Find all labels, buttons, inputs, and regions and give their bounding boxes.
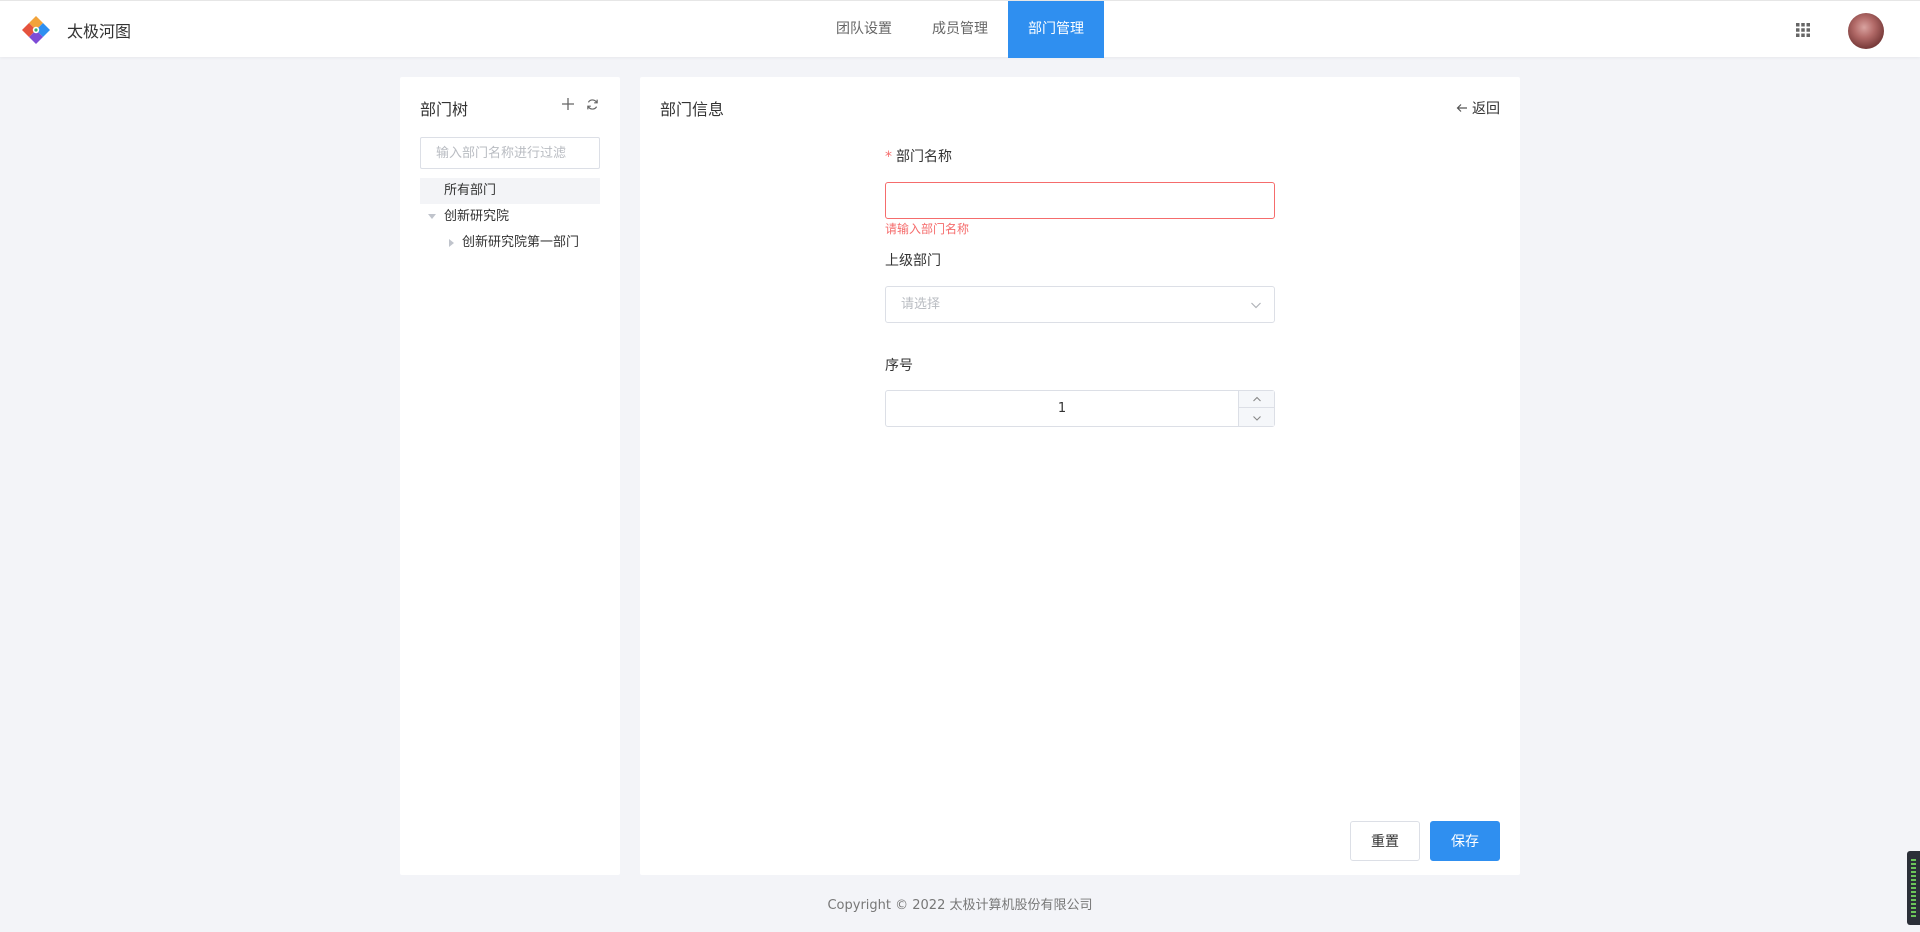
- chevron-down-icon: [1252, 415, 1261, 421]
- parent-department-placeholder: 请选择: [901, 297, 941, 312]
- order-value[interactable]: 1: [886, 391, 1238, 426]
- tree-node-all-departments[interactable]: 所有部门: [420, 178, 600, 204]
- footer-copyright: Copyright © 2022 太极计算机股份有限公司: [827, 898, 1093, 913]
- order-number-input[interactable]: 1: [885, 390, 1275, 427]
- save-button[interactable]: 保存: [1430, 821, 1500, 861]
- app-logo[interactable]: [19, 13, 53, 47]
- nav-member-management[interactable]: 成员管理: [912, 1, 1008, 58]
- tree-node-innovation-dept-1[interactable]: 创新研究院第一部门: [420, 230, 600, 256]
- caret-right-icon[interactable]: [449, 239, 454, 247]
- top-header: 太极河图 团队设置 成员管理 部门管理: [0, 0, 1920, 58]
- user-avatar[interactable]: [1848, 13, 1884, 49]
- department-name-label-text: 部门名称: [896, 149, 952, 165]
- apps-grid-icon[interactable]: [1796, 23, 1810, 37]
- tree-filter-input[interactable]: [420, 137, 600, 169]
- caret-down-icon[interactable]: [428, 214, 436, 219]
- chevron-down-icon: [1251, 302, 1261, 309]
- tree-node-innovation-institute[interactable]: 创新研究院: [420, 204, 600, 230]
- side-widget-handle[interactable]: [1907, 851, 1920, 925]
- parent-department-select[interactable]: 请选择: [885, 286, 1275, 323]
- add-icon[interactable]: [561, 97, 575, 111]
- arrow-left-icon: [1456, 104, 1467, 112]
- back-label: 返回: [1472, 101, 1500, 117]
- required-marker: *: [885, 149, 892, 165]
- tree-node-label: 所有部门: [444, 183, 497, 198]
- tree-node-label: 创新研究院: [444, 209, 510, 224]
- parent-department-label: 上级部门: [885, 253, 941, 269]
- order-label: 序号: [885, 358, 913, 374]
- app-name: 太极河图: [67, 22, 132, 41]
- nav-department-management[interactable]: 部门管理: [1008, 1, 1104, 58]
- top-nav: 团队设置 成员管理 部门管理: [816, 1, 1104, 58]
- page-title: 部门信息: [660, 100, 725, 119]
- chevron-up-icon: [1252, 396, 1261, 402]
- increase-button[interactable]: [1239, 391, 1274, 408]
- reset-button[interactable]: 重置: [1350, 821, 1420, 861]
- decrease-button[interactable]: [1239, 409, 1274, 426]
- tree-panel-title: 部门树: [420, 100, 469, 119]
- refresh-icon[interactable]: [586, 98, 599, 111]
- level-meter: [1911, 859, 1916, 917]
- department-name-input[interactable]: [885, 182, 1275, 219]
- department-info-panel: 部门信息 返回 * 部门名称 请输入部门名称 上级部门 请选择 序号 1 重置 保…: [640, 77, 1520, 875]
- department-name-error: 请输入部门名称: [885, 222, 970, 236]
- department-tree-panel: 部门树 所有部门 创新研究院 创新研究院第一部门: [400, 77, 620, 875]
- nav-team-settings[interactable]: 团队设置: [816, 1, 912, 58]
- tree-node-label: 创新研究院第一部门: [462, 235, 580, 250]
- back-button[interactable]: 返回: [1456, 98, 1500, 118]
- department-name-label: * 部门名称: [885, 146, 952, 166]
- order-stepper: [1238, 391, 1274, 426]
